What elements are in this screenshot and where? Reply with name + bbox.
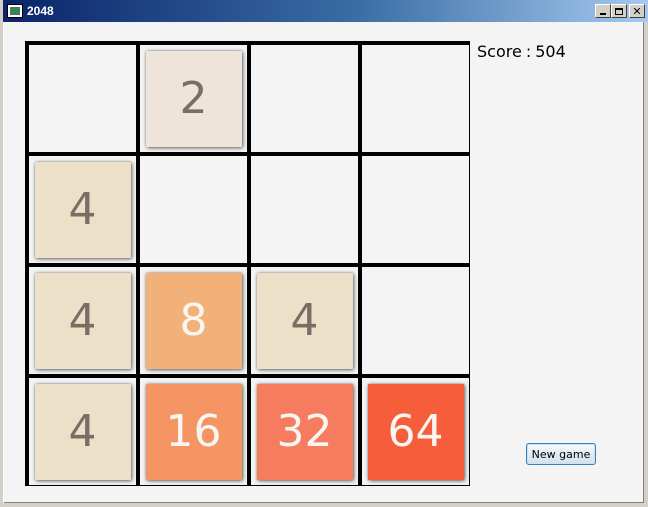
board-cell — [362, 45, 469, 152]
board-cell: 32 — [251, 378, 358, 485]
close-icon: ✕ — [632, 4, 642, 18]
score-separator: : — [525, 42, 532, 61]
board-cell: 2 — [140, 45, 247, 152]
tile: 2 — [145, 50, 242, 147]
board-cell — [362, 267, 469, 374]
board-cell: 4 — [29, 156, 136, 263]
board-cell: 4 — [251, 267, 358, 374]
board-cell — [251, 45, 358, 152]
app-icon[interactable] — [7, 4, 23, 18]
window-controls: ✕ — [595, 4, 645, 18]
tile: 4 — [34, 383, 131, 480]
window-title: 2048 — [27, 4, 54, 18]
maximize-button[interactable] — [611, 4, 627, 18]
tile: 8 — [145, 272, 242, 369]
minimize-button[interactable] — [595, 4, 611, 18]
tile: 4 — [34, 161, 131, 258]
board-cell — [29, 45, 136, 152]
score-display: Score:504 — [477, 42, 566, 61]
score-label: Score — [477, 42, 522, 61]
board-cell: 64 — [362, 378, 469, 485]
tile: 64 — [367, 383, 464, 480]
title-bar[interactable]: 2048 ✕ — [3, 0, 648, 22]
board-cell — [251, 156, 358, 263]
close-button[interactable]: ✕ — [629, 4, 645, 18]
new-game-button[interactable]: New game — [526, 443, 596, 465]
game-board[interactable]: 2 4 4 8 4 4 16 32 64 — [25, 41, 470, 486]
board-cell — [140, 156, 247, 263]
board-cell: 4 — [29, 378, 136, 485]
app-window: 2048 ✕ 2 4 4 8 4 4 16 32 64 Score:504 New game — [0, 0, 648, 507]
board-cell — [362, 156, 469, 263]
minimize-icon — [600, 13, 606, 15]
tile: 4 — [256, 272, 353, 369]
tile: 4 — [34, 272, 131, 369]
score-value: 504 — [535, 42, 566, 61]
board-cell: 8 — [140, 267, 247, 374]
maximize-icon — [615, 7, 623, 15]
board-cell: 16 — [140, 378, 247, 485]
board-cell: 4 — [29, 267, 136, 374]
tile: 32 — [256, 383, 353, 480]
tile: 16 — [145, 383, 242, 480]
